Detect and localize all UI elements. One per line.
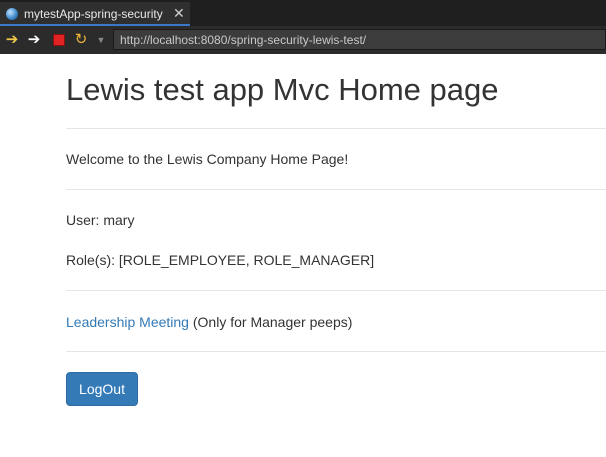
back-arrow-icon[interactable]: ➔ [3, 31, 21, 49]
address-url[interactable]: http://localhost:8080/spring-security-le… [120, 33, 366, 47]
leadership-meeting-link[interactable]: Leadership Meeting [66, 314, 189, 330]
divider [66, 189, 606, 190]
globe-icon [6, 8, 18, 20]
browser-tab[interactable]: mytestApp-spring-security ✕ [0, 2, 190, 26]
user-text: User: mary [66, 212, 135, 228]
browser-chrome: mytestApp-spring-security ✕ ➔ ➔ ↻ ▼ http… [0, 0, 606, 54]
divider [66, 128, 606, 129]
leadership-note: (Only for Manager peeps) [192, 314, 353, 330]
leadership-row: Leadership Meeting (Only for Manager pee… [66, 314, 352, 330]
welcome-text: Welcome to the Lewis Company Home Page! [66, 151, 349, 167]
refresh-icon[interactable]: ↻ [72, 31, 90, 49]
tab-bar: mytestApp-spring-security ✕ [0, 0, 606, 26]
page-content: Lewis test app Mvc Home page Welcome to … [0, 54, 606, 457]
close-icon[interactable]: ✕ [173, 5, 185, 22]
roles-text: Role(s): [ROLE_EMPLOYEE, ROLE_MANAGER] [66, 252, 375, 268]
address-bar[interactable]: http://localhost:8080/spring-security-le… [113, 29, 606, 50]
divider [66, 290, 606, 291]
chevron-down-icon[interactable]: ▼ [92, 31, 110, 49]
navigation-toolbar: ➔ ➔ ↻ ▼ http://localhost:8080/spring-sec… [0, 26, 606, 54]
stop-icon[interactable] [50, 31, 68, 49]
logout-button[interactable]: LogOut [66, 372, 138, 406]
tab-title: mytestApp-spring-security [24, 7, 163, 21]
page-title: Lewis test app Mvc Home page [66, 72, 499, 107]
forward-arrow-icon[interactable]: ➔ [25, 31, 43, 49]
divider [66, 351, 606, 352]
